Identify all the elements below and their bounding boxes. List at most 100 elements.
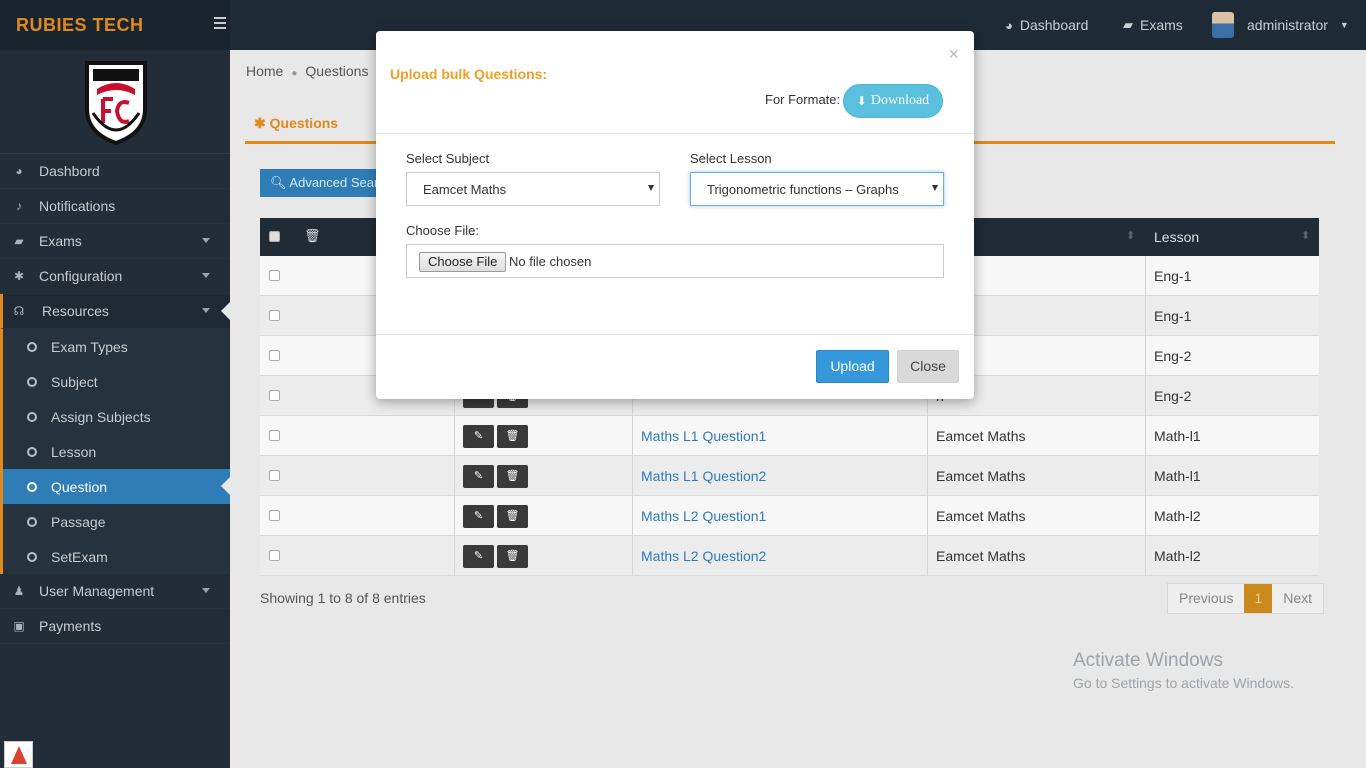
row-checkbox[interactable] bbox=[269, 310, 280, 321]
table-row: ✎ 🗑︎ Maths L1 Question2 Eamcet Maths Math-l1 bbox=[260, 456, 1319, 496]
app-badge-icon[interactable] bbox=[4, 741, 33, 768]
download-button[interactable]: ⬇ Download bbox=[843, 84, 943, 118]
sidebar-subitem-passage[interactable]: Passage bbox=[3, 504, 230, 539]
file-input[interactable]: Choose File No file chosen bbox=[406, 244, 944, 278]
active-notch bbox=[221, 477, 230, 495]
sort-icon[interactable]: ⬍ bbox=[1126, 229, 1135, 242]
sidebar-subitem-exam-types[interactable]: Exam Types bbox=[3, 329, 230, 364]
edit-icon[interactable]: ✎ bbox=[463, 425, 494, 448]
active-notch bbox=[221, 302, 230, 320]
lesson-cell: Eng-2 bbox=[1154, 348, 1192, 364]
column-divider bbox=[1145, 496, 1146, 536]
sidebar-subitem-lesson[interactable]: Lesson bbox=[3, 434, 230, 469]
pager-next[interactable]: Next bbox=[1272, 584, 1324, 613]
row-checkbox[interactable] bbox=[269, 270, 280, 281]
row-checkbox[interactable] bbox=[269, 550, 280, 561]
dashboard-icon: ◕ bbox=[15, 164, 23, 178]
question-link[interactable]: Maths L2 Question1 bbox=[641, 508, 766, 524]
row-checkbox[interactable] bbox=[269, 470, 280, 481]
select-all-checkbox[interactable] bbox=[269, 231, 280, 242]
sidebar-subitem-subject[interactable]: Subject bbox=[3, 364, 230, 399]
sort-icon[interactable]: ⬍ bbox=[1301, 229, 1310, 242]
sidebar-subitem-label: SetExam bbox=[51, 548, 108, 565]
menu-toggle-icon[interactable] bbox=[214, 17, 226, 29]
subject-select[interactable]: Eamcet Maths bbox=[406, 172, 660, 206]
question-link[interactable]: Maths L2 Question2 bbox=[641, 548, 766, 564]
sidebar-item-configuration[interactable]: ✱ Configuration bbox=[0, 259, 230, 294]
chevron-down-icon: ▼ bbox=[1339, 20, 1349, 30]
column-divider bbox=[454, 416, 455, 456]
caret-down-icon bbox=[202, 308, 210, 313]
sidebar-subitem-label: Assign Subjects bbox=[51, 408, 151, 425]
sidebar-item-resources[interactable]: ☊ Resources bbox=[0, 294, 230, 329]
pagination: Previous 1 Next bbox=[1167, 583, 1325, 614]
pager-previous[interactable]: Previous bbox=[1168, 584, 1245, 613]
close-button[interactable]: Close bbox=[897, 350, 959, 383]
lesson-cell: Math-l1 bbox=[1154, 468, 1201, 484]
sidebar-subitem-label: Lesson bbox=[51, 443, 97, 460]
resources-submenu: Exam Types Subject Assign Subjects Lesso… bbox=[0, 329, 230, 574]
modal-title: Upload bulk Questions: bbox=[390, 66, 548, 82]
question-link[interactable]: Maths L1 Question1 bbox=[641, 428, 766, 444]
users-icon: ♟ bbox=[13, 584, 25, 598]
caret-down-icon bbox=[932, 185, 938, 191]
edit-icon[interactable]: ✎ bbox=[463, 465, 494, 488]
sidebar-menu: ◕ Dashbord ♪ Notifications ▰ Exams ✱ Con… bbox=[0, 154, 230, 644]
choose-file-button[interactable]: Choose File bbox=[419, 252, 507, 272]
sidebar-subitem-question[interactable]: Question bbox=[3, 469, 230, 504]
sidebar-item-dashboard[interactable]: ◕ Dashbord bbox=[0, 154, 230, 189]
sidebar-subitem-setexam[interactable]: SetExam bbox=[3, 539, 230, 574]
lesson-cell: Eng-2 bbox=[1154, 388, 1192, 404]
sidebar-item-label: User Management bbox=[39, 583, 155, 599]
question-link[interactable]: Maths L1 Question2 bbox=[641, 468, 766, 484]
nav-exams[interactable]: ▰ Exams bbox=[1123, 0, 1183, 50]
sidebar-subitem-assign-subjects[interactable]: Assign Subjects bbox=[3, 399, 230, 434]
sidebar-item-label: Notifications bbox=[39, 198, 116, 214]
lesson-label: Select Lesson bbox=[690, 151, 772, 166]
lesson-cell: Eng-1 bbox=[1154, 268, 1192, 284]
pager-page[interactable]: 1 bbox=[1244, 584, 1273, 613]
circle-icon bbox=[27, 376, 37, 387]
sidebar-item-exams[interactable]: ▰ Exams bbox=[0, 224, 230, 259]
edit-icon[interactable]: ✎ bbox=[463, 505, 494, 528]
close-icon[interactable]: × bbox=[948, 44, 959, 65]
user-name: administrator bbox=[1247, 17, 1328, 33]
trash-icon[interactable]: 🗑︎ bbox=[497, 425, 528, 448]
column-divider bbox=[632, 496, 633, 536]
row-checkbox[interactable] bbox=[269, 510, 280, 521]
trash-icon[interactable]: 🗑︎ bbox=[497, 465, 528, 488]
sidebar-item-label: Resources bbox=[42, 303, 109, 319]
sidebar-item-notifications[interactable]: ♪ Notifications bbox=[0, 189, 230, 224]
bell-icon: ♪ bbox=[16, 199, 22, 213]
row-checkbox[interactable] bbox=[269, 350, 280, 361]
column-divider bbox=[454, 536, 455, 576]
sidebar: ◕ Dashbord ♪ Notifications ▰ Exams ✱ Con… bbox=[0, 50, 230, 768]
nav-dashboard-label: Dashboard bbox=[1019, 17, 1089, 33]
user-menu[interactable]: administrator ▼ bbox=[1212, 0, 1349, 50]
trash-icon[interactable]: 🗑︎ bbox=[497, 545, 528, 568]
sidebar-item-payments[interactable]: ▣ Payments bbox=[0, 609, 230, 644]
edit-icon[interactable]: ✎ bbox=[463, 545, 494, 568]
logo-area bbox=[0, 50, 230, 154]
col-lesson-header[interactable]: Lesson bbox=[1154, 229, 1199, 245]
nav-dashboard[interactable]: ◕ Dashboard bbox=[1005, 0, 1088, 50]
lesson-select[interactable]: Trigonometric functions – Graphs bbox=[690, 172, 944, 206]
row-checkbox[interactable] bbox=[269, 390, 280, 401]
sidebar-item-label: Exams bbox=[39, 233, 82, 249]
upload-button[interactable]: Upload bbox=[816, 350, 889, 383]
brand-name: RUBIES TECH bbox=[16, 15, 144, 35]
trash-icon[interactable]: 🗑︎ bbox=[304, 228, 321, 244]
subject-cell: Eamcet Maths bbox=[936, 548, 1026, 564]
table-info: Showing 1 to 8 of 8 entries bbox=[260, 590, 426, 606]
row-checkbox[interactable] bbox=[269, 430, 280, 441]
brand[interactable]: RUBIES TECH bbox=[0, 0, 230, 50]
avatar bbox=[1212, 12, 1234, 38]
circle-icon bbox=[27, 481, 37, 492]
trash-icon[interactable]: 🗑︎ bbox=[497, 505, 528, 528]
breadcrumb-home[interactable]: Home bbox=[246, 63, 283, 79]
divider bbox=[376, 133, 974, 134]
sidebar-item-user-management[interactable]: ♟ User Management bbox=[0, 574, 230, 609]
table-row: ✎ 🗑︎ Maths L1 Question1 Eamcet Maths Math-l1 bbox=[260, 416, 1319, 456]
handshake-icon: ☊ bbox=[13, 304, 25, 318]
column-divider bbox=[927, 496, 928, 536]
